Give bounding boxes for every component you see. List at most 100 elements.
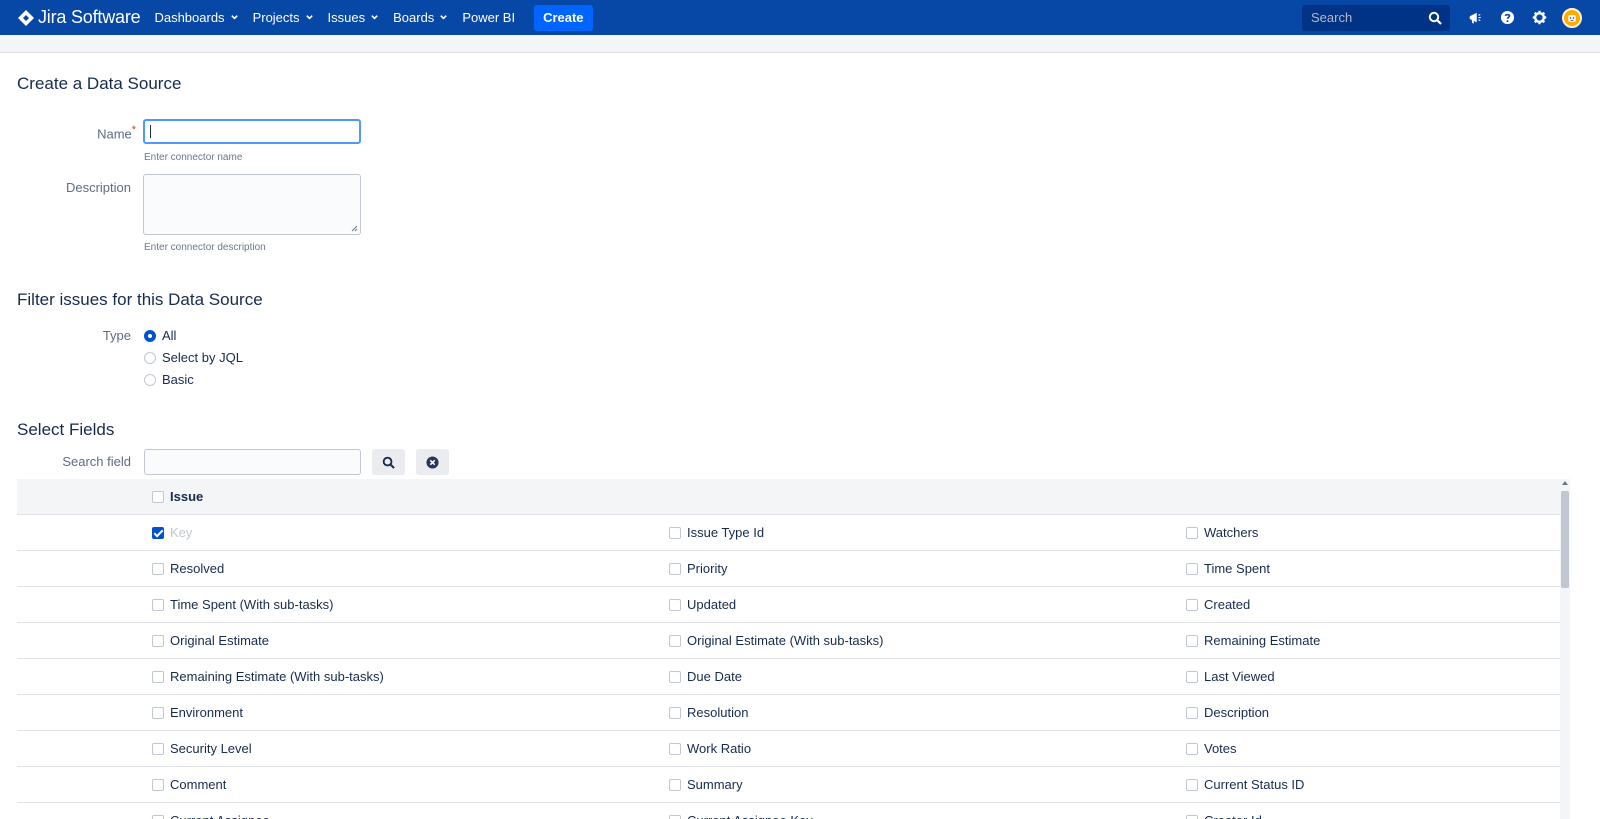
field-option[interactable]: Creator Id <box>1186 803 1262 819</box>
field-option[interactable]: Current Assignee Key <box>669 803 813 819</box>
global-search-input[interactable] <box>1302 10 1422 25</box>
jira-logo[interactable]: Jira Software <box>18 7 141 28</box>
field-search-input[interactable] <box>144 449 361 475</box>
search-icon[interactable] <box>1428 11 1442 25</box>
checkbox[interactable] <box>1186 526 1198 539</box>
checkbox[interactable] <box>669 814 681 819</box>
resize-grip-icon[interactable] <box>351 225 358 232</box>
checkbox[interactable] <box>669 742 681 755</box>
nav-item-boards[interactable]: Boards <box>393 10 448 25</box>
table-row: Remaining Estimate (With sub-tasks) Due D… <box>17 659 1570 695</box>
field-option[interactable]: Time Spent (With sub-tasks) <box>152 587 334 622</box>
field-option[interactable]: Updated <box>669 587 736 622</box>
radio-button[interactable] <box>144 373 156 386</box>
field-option[interactable]: Comment <box>152 767 226 802</box>
clear-circle-icon <box>426 455 439 469</box>
field-option[interactable]: Work Ratio <box>669 731 751 766</box>
checkbox[interactable] <box>152 778 164 791</box>
checkbox[interactable] <box>669 526 681 539</box>
field-option[interactable]: Key <box>152 515 192 550</box>
help-button[interactable] <box>1498 9 1516 27</box>
nav-item-dashboards[interactable]: Dashboards <box>154 10 238 25</box>
field-option[interactable]: Current Status ID <box>1186 767 1304 802</box>
filter-section-title: Filter issues for this Data Source <box>17 290 263 309</box>
field-option[interactable]: Issue Type Id <box>669 515 764 550</box>
field-label: Time Spent (With sub-tasks) <box>170 597 334 612</box>
checkbox[interactable] <box>1186 778 1198 791</box>
field-option[interactable]: Security Level <box>152 731 252 766</box>
user-avatar[interactable] <box>1562 7 1582 28</box>
field-option[interactable]: Priority <box>669 551 727 586</box>
field-option[interactable]: Time Spent <box>1186 551 1270 586</box>
checkbox[interactable] <box>669 598 681 611</box>
field-label: Work Ratio <box>687 741 752 756</box>
checkbox[interactable] <box>1186 814 1198 819</box>
nav-item-projects[interactable]: Projects <box>253 10 314 25</box>
nav-item-power-bi[interactable]: Power BI <box>462 10 515 25</box>
field-option[interactable]: Summary <box>669 767 743 802</box>
scrollbar[interactable] <box>1560 479 1570 819</box>
radio-button-selected[interactable] <box>144 329 156 342</box>
radio-all[interactable]: All <box>144 328 176 343</box>
checkbox[interactable] <box>152 526 164 539</box>
checkbox[interactable] <box>1186 670 1198 683</box>
field-option[interactable]: Remaining Estimate <box>1186 623 1320 658</box>
field-option[interactable]: Votes <box>1186 731 1237 766</box>
checkbox[interactable] <box>1186 634 1198 647</box>
field-option[interactable]: Remaining Estimate (With sub-tasks) <box>152 659 384 694</box>
checkbox[interactable] <box>152 562 164 575</box>
checkbox[interactable] <box>152 598 164 611</box>
select-all-issue-fields[interactable]: Issue <box>152 479 203 514</box>
field-label: Updated <box>687 597 737 612</box>
field-option[interactable]: Original Estimate (With sub-tasks) <box>669 623 884 658</box>
clear-search-button[interactable] <box>416 449 449 475</box>
nav-right <box>1302 0 1600 35</box>
checkbox[interactable] <box>669 670 681 683</box>
jira-diamond-icon <box>18 9 34 26</box>
radio-button[interactable] <box>144 351 156 364</box>
checkbox[interactable] <box>1186 598 1198 611</box>
field-label: Current Assignee Key <box>687 813 813 819</box>
field-option[interactable]: Resolved <box>152 551 224 586</box>
checkbox[interactable] <box>152 634 164 647</box>
scrollbar-thumb[interactable] <box>1561 491 1569 588</box>
create-button[interactable]: Create <box>534 4 593 31</box>
checkbox[interactable] <box>1186 562 1198 575</box>
checkbox[interactable] <box>669 778 681 791</box>
field-option[interactable]: Watchers <box>1186 515 1258 550</box>
name-input[interactable] <box>143 119 361 144</box>
notifications-button[interactable] <box>1466 9 1484 27</box>
field-search-button[interactable] <box>372 449 405 475</box>
table-row: Original Estimate Original Estimate (With… <box>17 623 1570 659</box>
checkbox[interactable] <box>152 490 164 503</box>
settings-button[interactable] <box>1530 9 1548 27</box>
field-option[interactable]: Description <box>1186 695 1269 730</box>
description-textarea[interactable] <box>143 174 361 235</box>
field-label: Remaining Estimate <box>1204 633 1321 648</box>
field-label: Issue Type Id <box>687 525 765 540</box>
field-option[interactable]: Environment <box>152 695 243 730</box>
field-option[interactable]: Created <box>1186 587 1250 622</box>
radio-basic[interactable]: Basic <box>144 372 194 387</box>
checkbox[interactable] <box>669 706 681 719</box>
field-label: Current Assignee <box>170 813 270 819</box>
radio-select-by-jql[interactable]: Select by JQL <box>144 350 243 365</box>
checkbox[interactable] <box>1186 742 1198 755</box>
field-option[interactable]: Due Date <box>669 659 742 694</box>
radio-label: Basic <box>162 372 194 387</box>
field-option[interactable]: Current Assignee <box>152 803 270 819</box>
page-subheader-bar <box>0 35 1600 53</box>
checkbox[interactable] <box>152 814 164 819</box>
checkbox[interactable] <box>1186 706 1198 719</box>
field-option[interactable]: Last Viewed <box>1186 659 1275 694</box>
checkbox[interactable] <box>152 706 164 719</box>
field-option[interactable]: Resolution <box>669 695 748 730</box>
checkbox[interactable] <box>152 670 164 683</box>
checkbox[interactable] <box>669 562 681 575</box>
field-label: Votes <box>1204 741 1237 756</box>
field-option[interactable]: Original Estimate <box>152 623 269 658</box>
scroll-up-arrow-icon[interactable] <box>1562 481 1568 485</box>
checkbox[interactable] <box>669 634 681 647</box>
checkbox[interactable] <box>152 742 164 755</box>
nav-item-issues[interactable]: Issues <box>328 10 380 25</box>
